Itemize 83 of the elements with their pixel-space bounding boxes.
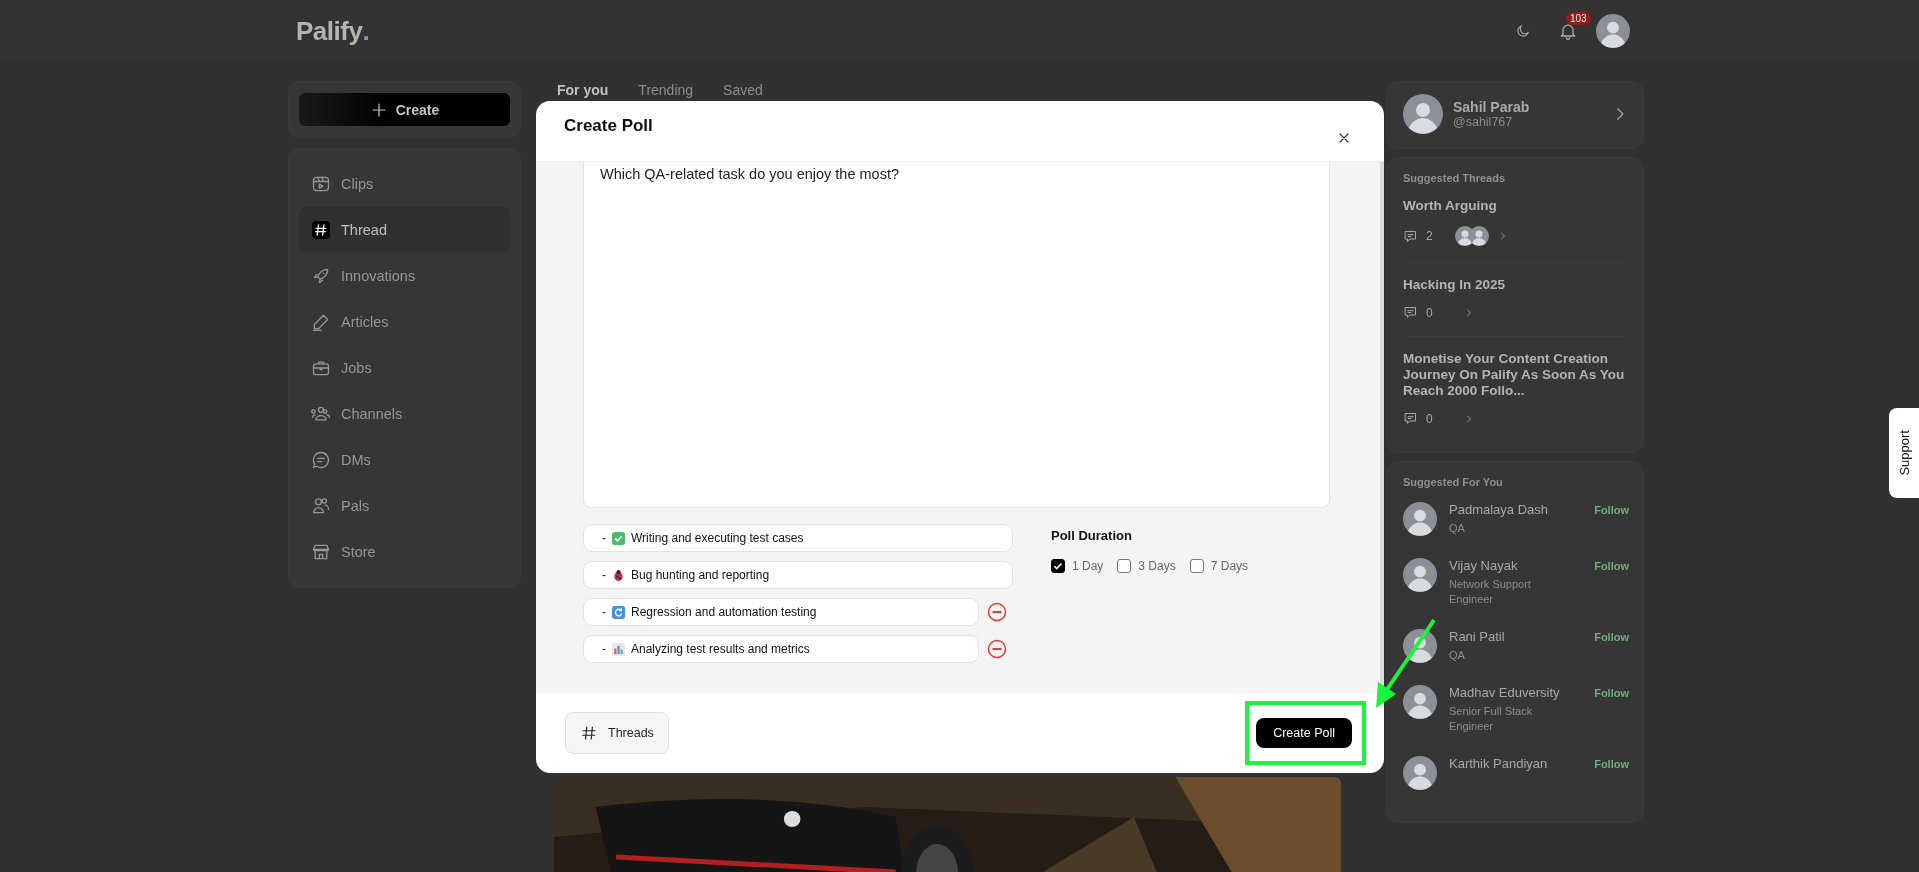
section-title: Suggested Threads xyxy=(1403,172,1507,184)
feed-tab[interactable]: For you xyxy=(557,82,609,98)
create-poll-button[interactable]: Create Poll xyxy=(1256,718,1352,748)
comment-count: 2 xyxy=(1426,229,1433,243)
checkbox[interactable] xyxy=(1117,559,1132,573)
create-button[interactable]: Create xyxy=(299,93,510,126)
avatar-icon xyxy=(1403,502,1437,536)
avatar-icon xyxy=(1403,685,1437,719)
follow-button[interactable]: Follow xyxy=(1594,756,1629,772)
comment-count: 0 xyxy=(1426,305,1433,320)
person-name[interactable]: Karthik Pandiyan xyxy=(1449,756,1585,771)
clapperboard-icon xyxy=(311,174,331,194)
chat-icon xyxy=(311,450,331,470)
person-role: Senior Full Stack Engineer xyxy=(1449,704,1534,734)
person-name[interactable]: Padmalaya Dash xyxy=(1449,502,1585,517)
option-field[interactable]: - Bug hunting and reporting xyxy=(583,561,1013,589)
notification-count: 103 xyxy=(1566,12,1591,25)
sidebar-item[interactable]: Clips xyxy=(299,161,510,207)
remove-button[interactable] xyxy=(987,639,1007,659)
avatar-icon xyxy=(1403,94,1443,134)
person-name[interactable]: Vijay Nayak xyxy=(1449,558,1585,573)
option-field[interactable]: - Analyzing test results and metrics xyxy=(583,635,979,663)
checkbox-label: 7 Days xyxy=(1210,559,1249,573)
checkbox-label: 3 Days xyxy=(1138,559,1176,573)
follow-button[interactable]: Follow xyxy=(1594,558,1629,574)
sidebar-item[interactable]: Store xyxy=(299,529,510,575)
people-icon xyxy=(311,496,331,516)
feed-tab[interactable]: Trending xyxy=(638,82,694,98)
remove-button[interactable] xyxy=(987,602,1007,622)
avatar-icon xyxy=(1403,756,1437,790)
checkbox[interactable] xyxy=(1189,559,1204,573)
sidebar-item[interactable]: Articles xyxy=(299,299,510,345)
modal-title: Create Poll xyxy=(564,116,653,136)
profile-avatar-icon xyxy=(1596,14,1630,48)
rocket-icon xyxy=(311,266,331,286)
logo[interactable]: Palify. xyxy=(296,15,370,47)
comment-icon xyxy=(1403,411,1418,426)
checkbox-label: 1 Day xyxy=(1072,559,1104,573)
avatar-icon xyxy=(1468,226,1489,246)
sidebar-item[interactable]: Innovations xyxy=(299,253,510,299)
sidebar-item[interactable]: Jobs xyxy=(299,345,510,391)
group-icon xyxy=(311,404,331,424)
person-name[interactable]: Rani Patil xyxy=(1449,629,1585,644)
follow-button[interactable]: Follow xyxy=(1594,502,1629,518)
follow-button[interactable]: Follow xyxy=(1594,629,1629,645)
pencil-icon xyxy=(311,312,331,332)
sidebar-item[interactable]: DMs xyxy=(299,437,510,483)
thread-title[interactable]: Hacking In 2025 xyxy=(1403,277,1629,293)
follow-button[interactable]: Follow xyxy=(1594,685,1629,701)
thread-title[interactable]: Worth Arguing xyxy=(1403,198,1629,214)
duration-title: Poll Duration xyxy=(1051,528,1133,543)
refresh-icon xyxy=(612,605,625,619)
moon-icon xyxy=(1515,23,1531,39)
section-title: Suggested For You xyxy=(1403,476,1504,488)
check-icon xyxy=(612,531,625,545)
sidebar-item[interactable]: Pals xyxy=(299,483,510,529)
hash-icon xyxy=(580,724,598,742)
bug-icon xyxy=(612,568,625,582)
feed-tab[interactable]: Saved xyxy=(723,82,763,98)
comment-count: 0 xyxy=(1426,411,1433,426)
store-icon xyxy=(311,542,331,562)
avatar-icon xyxy=(1403,629,1437,663)
threads-button[interactable]: Threads xyxy=(565,712,669,754)
checkmark-icon xyxy=(1053,561,1063,571)
option-field[interactable]: - Writing and executing test cases xyxy=(583,524,1013,552)
avatar-icon xyxy=(1403,558,1437,592)
bar-chart-icon xyxy=(612,642,625,656)
comment-icon xyxy=(1403,228,1418,244)
support-tab[interactable]: Support xyxy=(1889,408,1919,498)
profile-name[interactable]: Sahil Parab xyxy=(1453,99,1601,115)
option-field[interactable]: - Regression and automation testing xyxy=(583,598,979,626)
person-role: Network Support Engineer xyxy=(1449,577,1532,607)
person-role: QA xyxy=(1449,648,1466,663)
comment-icon xyxy=(1403,305,1418,320)
sidebar-item[interactable]: Channels xyxy=(299,391,510,437)
checkbox[interactable] xyxy=(1051,559,1065,573)
question-field[interactable]: Which QA-related task do you enjoy the most? xyxy=(583,162,1330,508)
person-role: QA xyxy=(1449,521,1466,536)
thread-title[interactable]: Monetise Your Content Creation Journey On Palify As Soon As You Reach 2000 Follo... xyxy=(1403,351,1629,399)
person-name[interactable]: Madhav Eduversity xyxy=(1449,685,1585,700)
hash-icon xyxy=(311,220,331,240)
profile-handle: @sahil767 xyxy=(1453,115,1514,129)
sidebar-item[interactable]: Thread xyxy=(299,207,510,253)
